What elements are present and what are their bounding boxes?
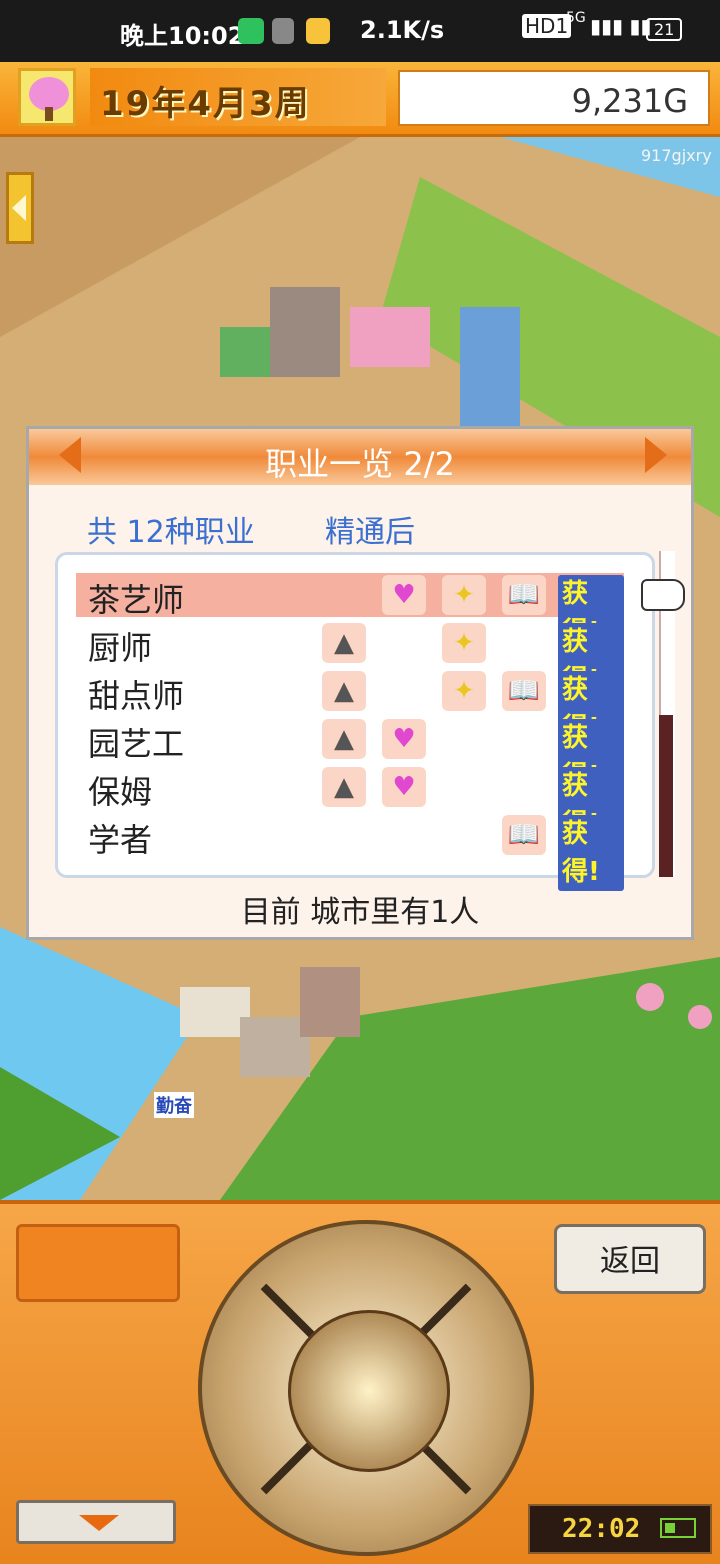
dialog-header: 职业一览 2/2 [29, 429, 691, 485]
game-clock: 22:02 [528, 1504, 712, 1554]
left-arrow-button[interactable] [6, 172, 34, 244]
mastered-label: 精通后 [325, 515, 415, 550]
net-speed: 2.1K/s [360, 16, 445, 44]
speech-label: 勤奋 [154, 1092, 194, 1118]
dpad-center-button[interactable] [288, 1310, 450, 1472]
job-name: 茶艺师 [88, 581, 185, 619]
spring-tree-icon [18, 68, 76, 126]
app-icon [272, 18, 294, 44]
sparkle-icon: ✦ [442, 623, 486, 663]
dpad[interactable] [198, 1220, 534, 1556]
job-name: 甜点师 [88, 677, 185, 715]
job-name: 学者 [88, 821, 153, 859]
battery-icon [660, 1518, 696, 1538]
book-icon: 📖 [502, 671, 546, 711]
money-display: 9,231G [398, 70, 710, 126]
signal-icon: ▮▮▮ ▮▮ [590, 14, 652, 38]
status-bar: 晚上10:02 2.1K/s HD1 5G ▮▮▮ ▮▮ 21 [0, 0, 720, 62]
watermark: 917gjxry [641, 146, 712, 165]
heart-icon: ♥ [382, 719, 426, 759]
back-button[interactable]: 返回 [554, 1224, 706, 1294]
job-row[interactable]: 甜点师 ▲ ✦ 📖 获得! [76, 669, 624, 747]
clock-text: 22:02 [562, 1514, 641, 1544]
job-name: 保姆 [88, 773, 153, 811]
menu-toggle-button[interactable] [16, 1500, 176, 1544]
date-text: 19年4月3周 [100, 84, 311, 124]
sparkle-icon: ✦ [442, 671, 486, 711]
job-row[interactable]: 保姆 ▲ ♥ 获得! [76, 765, 624, 843]
job-count: 共 12种职业 [87, 515, 255, 550]
signal-label: 5G [566, 10, 586, 26]
control-panel: 返回 22:02 [0, 1200, 720, 1564]
status-time: 晚上10:02 [120, 22, 245, 50]
date-display: 19年4月3周 [90, 68, 386, 126]
job-row[interactable]: 茶艺师 ♥ ✦ 📖 获得! [76, 573, 624, 651]
onigiri-icon: ▲ [322, 719, 366, 759]
dialog-title: 职业一览 2/2 [265, 445, 455, 483]
hand-pointer-icon [641, 579, 685, 611]
battery-status: 21 [646, 18, 683, 41]
sparkle-icon: ✦ [442, 575, 486, 615]
onigiri-icon: ▲ [322, 767, 366, 807]
job-row[interactable]: 厨师 ▲ ✦ 获得! [76, 621, 624, 699]
job-row[interactable]: 学者 📖 获得! [76, 813, 624, 891]
onigiri-icon: ▲ [322, 671, 366, 711]
get-label: 获得! [558, 815, 624, 891]
top-bar: 19年4月3周 9,231G [0, 62, 720, 137]
wechat-icon [238, 18, 264, 44]
info-panel [16, 1224, 180, 1302]
book-icon: 📖 [502, 575, 546, 615]
notification-icon [306, 18, 330, 44]
next-page-arrow-icon[interactable] [645, 437, 667, 473]
book-icon: 📖 [502, 815, 546, 855]
job-name: 厨师 [88, 629, 153, 667]
job-name: 园艺工 [88, 725, 185, 763]
money-text: 9,231G [571, 82, 688, 120]
hd-badge: HD1 [522, 14, 572, 38]
onigiri-icon: ▲ [322, 623, 366, 663]
job-row[interactable]: 园艺工 ▲ ♥ 获得! [76, 717, 624, 795]
dialog-footer: 目前 城市里有1人 [240, 895, 480, 930]
heart-icon: ♥ [382, 767, 426, 807]
job-list: 茶艺师 ♥ ✦ 📖 获得! 厨师 ▲ ✦ 获得! 甜点师 ▲ ✦ 📖 获得! 园… [55, 552, 655, 891]
heart-icon: ♥ [382, 575, 426, 615]
scrollbar-thumb[interactable] [659, 715, 673, 877]
job-list-dialog: 职业一览 2/2 共 12种职业 精通后 茶艺师 ♥ ✦ 📖 获得! 厨师 ▲ … [26, 426, 694, 940]
